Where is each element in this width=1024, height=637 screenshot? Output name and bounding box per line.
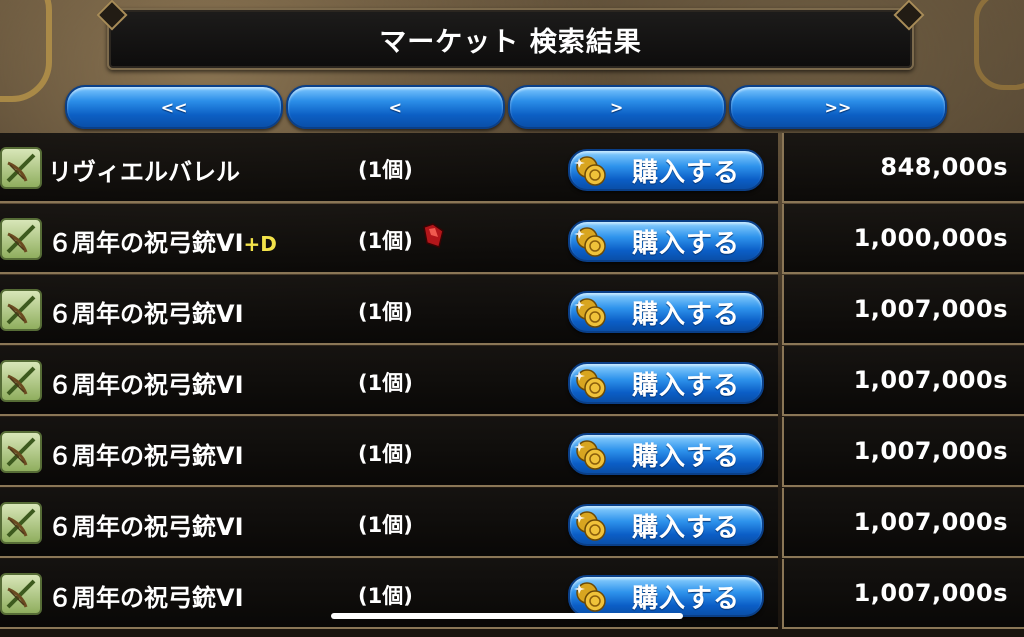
item-quantity: (1個) — [358, 584, 413, 608]
buy-button-label: 購入する — [632, 228, 741, 259]
buy-button[interactable]: 購入する — [568, 362, 764, 404]
buy-button[interactable]: 購入する — [568, 149, 764, 191]
market-row: ６周年の祝弓銃VI (1個) 購入する 1,007,000s — [0, 275, 1024, 345]
item-quantity: (1個) — [358, 442, 413, 466]
pagination: << < > >> — [65, 85, 947, 129]
coins-icon — [574, 227, 606, 257]
market-row: ６周年の祝弓銃VI (1個) 購入する 1,007,000s — [0, 417, 1024, 487]
item-name: ６周年の祝弓銃VI — [48, 436, 244, 471]
item-price: 1,007,000s — [853, 579, 1008, 607]
enhancement-tag: +D — [243, 232, 277, 256]
buy-button-label: 購入する — [632, 157, 741, 188]
coins-icon — [574, 582, 606, 612]
last-page-button[interactable]: >> — [728, 85, 947, 129]
buy-button[interactable]: 購入する — [568, 504, 764, 546]
title-bar: マーケット 検索結果 — [107, 8, 914, 70]
item-price: 1,007,000s — [853, 295, 1008, 323]
first-page-button[interactable]: << — [65, 85, 284, 129]
item-name: ６周年の祝弓銃VI — [48, 578, 244, 613]
item-name: ６周年の祝弓銃VI — [48, 294, 244, 329]
buy-button-label: 購入する — [632, 583, 741, 614]
coins-icon — [574, 298, 606, 328]
item-price: 1,007,000s — [853, 437, 1008, 465]
market-row: ６周年の祝弓銃VI (1個) 購入する 1,007,000s — [0, 488, 1024, 558]
item-quantity: (1個) — [358, 513, 413, 537]
buy-button[interactable]: 購入する — [568, 220, 764, 262]
coins-icon — [574, 369, 606, 399]
coins-icon — [574, 511, 606, 541]
item-price: 1,007,000s — [853, 366, 1008, 394]
market-row: ６周年の祝弓銃VI (1個) 購入する 1,007,000s — [0, 346, 1024, 416]
item-quantity: (1個) — [358, 371, 413, 395]
item-name-text: ６周年の祝弓銃VI — [48, 300, 244, 328]
item-name-text: ６周年の祝弓銃VI — [48, 229, 244, 257]
crossbow-icon — [0, 573, 42, 615]
buy-button-label: 購入する — [632, 370, 741, 401]
prev-page-button[interactable]: < — [286, 85, 505, 129]
crossbow-icon — [0, 218, 42, 260]
crossbow-icon — [0, 360, 42, 402]
item-quantity: (1個) — [358, 300, 413, 324]
buy-button-label: 購入する — [632, 441, 741, 472]
market-result-list: リヴィエルバレル (1個) 購入する 848,000s ６周年の祝弓銃VI+D … — [0, 133, 1024, 637]
next-page-button[interactable]: > — [507, 85, 726, 129]
buy-button[interactable]: 購入する — [568, 433, 764, 475]
coins-icon — [574, 156, 606, 186]
item-name-text: リヴィエルバレル — [48, 158, 240, 186]
market-row: ６周年の祝弓銃VI+D (1個) 購入する 1,000,000s — [0, 204, 1024, 274]
buy-button-label: 購入する — [632, 512, 741, 543]
buy-button[interactable]: 購入する — [568, 575, 764, 617]
crossbow-icon — [0, 431, 42, 473]
item-price: 848,000s — [880, 153, 1008, 181]
home-indicator — [331, 613, 683, 619]
background-ornament-right — [974, 0, 1024, 90]
page-title: マーケット 検索結果 — [379, 26, 642, 58]
coins-icon — [574, 440, 606, 470]
item-name-text: ６周年の祝弓銃VI — [48, 513, 244, 541]
item-name-text: ６周年の祝弓銃VI — [48, 584, 244, 612]
item-name: ６周年の祝弓銃VI — [48, 365, 244, 400]
item-price: 1,007,000s — [853, 508, 1008, 536]
fire-gem-icon — [423, 223, 444, 248]
item-name-text: ６周年の祝弓銃VI — [48, 371, 244, 399]
buy-button[interactable]: 購入する — [568, 291, 764, 333]
item-name: ６周年の祝弓銃VI+D — [48, 223, 277, 258]
item-quantity: (1個) — [358, 158, 413, 182]
buy-button-label: 購入する — [632, 299, 741, 330]
background-ornament-left — [0, 0, 52, 102]
item-quantity: (1個) — [358, 229, 413, 253]
item-name-text: ６周年の祝弓銃VI — [48, 442, 244, 470]
crossbow-icon — [0, 502, 42, 544]
market-row: リヴィエルバレル (1個) 購入する 848,000s — [0, 133, 1024, 203]
item-name: ６周年の祝弓銃VI — [48, 507, 244, 542]
crossbow-icon — [0, 289, 42, 331]
item-price: 1,000,000s — [853, 224, 1008, 252]
item-name: リヴィエルバレル — [48, 152, 240, 187]
crossbow-icon — [0, 147, 42, 189]
